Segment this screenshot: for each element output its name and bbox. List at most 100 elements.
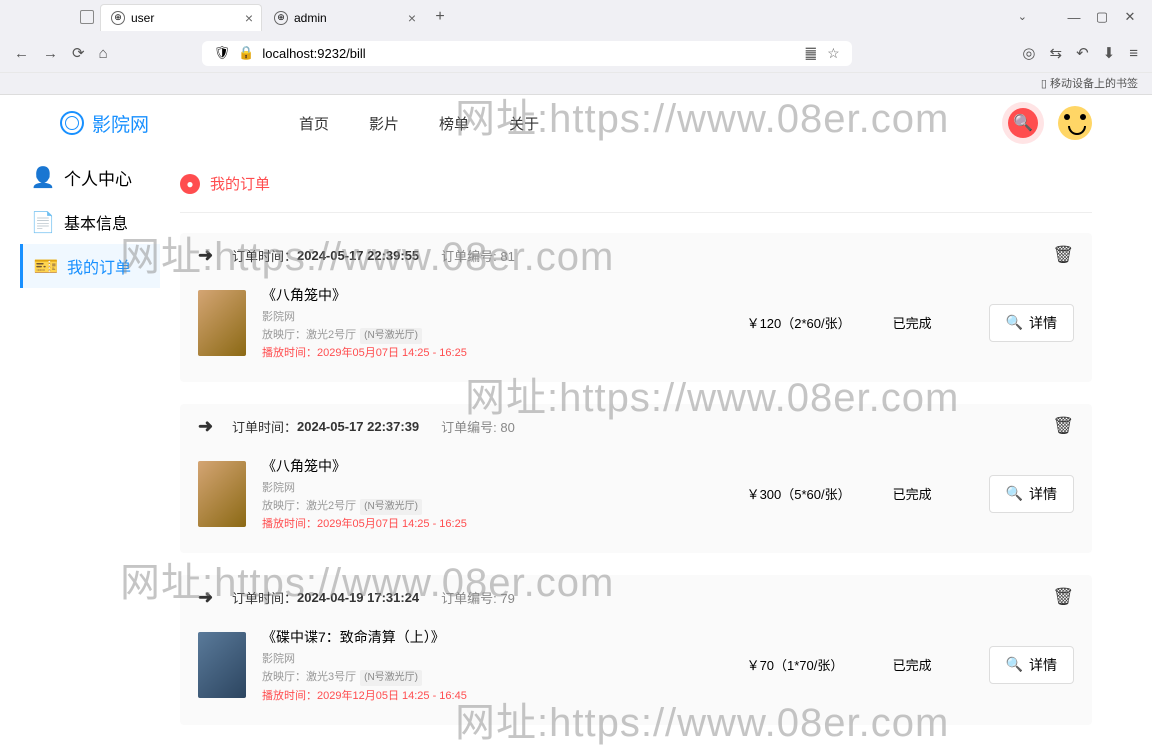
order-time: 2024-05-17 22:37:39 xyxy=(297,419,419,434)
back-icon[interactable]: ← xyxy=(14,45,29,62)
order-time: 2024-05-17 22:39:55 xyxy=(297,248,419,263)
detail-button[interactable]: 🔍 详情 xyxy=(989,304,1074,342)
app-header: 影院网 首页 影片 榜单 关于 🔍 xyxy=(0,95,1152,151)
order-card: ➜ 订单时间： 2024-05-17 22:37:39 订单编号: 80 🗑 《… xyxy=(180,404,1092,553)
close-icon[interactable]: × xyxy=(408,10,416,26)
content: ● 我的订单 ➜ 订单时间： 2024-05-17 22:39:55 订单编号:… xyxy=(160,151,1152,747)
minimize-icon[interactable]: — xyxy=(1060,10,1088,25)
trash-icon[interactable]: 🗑 xyxy=(1052,416,1074,436)
trash-icon[interactable]: 🗑 xyxy=(1052,587,1074,607)
sidebar: 👤 个人中心 📄 基本信息 🎫 我的订单 xyxy=(20,151,160,747)
sidebar-title: 👤 个人中心 xyxy=(20,155,160,200)
address-bar: ← → ⟳ ⌂ 🛡 🔒 localhost:9232/bill ䷀ ☆ ◎ ⇆ … xyxy=(0,34,1152,72)
badge-icon: ● xyxy=(180,174,200,194)
order-status: 已完成 xyxy=(893,313,973,332)
maximize-icon[interactable]: ▢ xyxy=(1088,9,1116,25)
search-icon: 🔍 xyxy=(1013,113,1033,133)
search-button[interactable]: 🔍 xyxy=(1008,108,1038,138)
movie-title: 《八角笼中》 xyxy=(262,285,731,305)
movie-title: 《八角笼中》 xyxy=(262,456,731,476)
arrow-right-icon: ➜ xyxy=(198,416,218,436)
order-status: 已完成 xyxy=(893,655,973,674)
globe-icon: ⊕ xyxy=(111,11,125,25)
file-icon: 📄 xyxy=(32,211,54,233)
logo-text: 影院网 xyxy=(92,110,149,137)
sidebar-item-label: 我的订单 xyxy=(67,254,131,278)
magnify-icon: 🔍 xyxy=(1006,314,1023,331)
menu-icon[interactable]: ≡ xyxy=(1129,45,1138,62)
nav-films[interactable]: 影片 xyxy=(369,113,399,134)
main: 👤 个人中心 📄 基本信息 🎫 我的订单 ● 我的订单 ➜ 订单时间： 2024… xyxy=(0,151,1152,747)
playtime: 2029年05月07日 14:25 - 16:25 xyxy=(317,347,467,359)
order-id: 81 xyxy=(500,249,514,264)
browser-chrome: ⊕ user × ⊕ admin × + ⌄ — ▢ ✕ ← → ⟳ ⌂ 🛡 🔒… xyxy=(0,0,1152,95)
ticket-icon: 🎫 xyxy=(35,255,57,277)
nav-home[interactable]: 首页 xyxy=(299,113,329,134)
arrow-right-icon: ➜ xyxy=(198,587,218,607)
reader-icon[interactable]: ䷀ xyxy=(805,45,818,62)
close-icon[interactable]: × xyxy=(245,10,253,26)
hall: 激光2号厅 xyxy=(306,329,356,341)
order-status: 已完成 xyxy=(893,484,973,503)
undo-icon[interactable]: ↶ xyxy=(1076,44,1089,62)
detail-button[interactable]: 🔍 详情 xyxy=(989,646,1074,684)
order-body: 《八角笼中》 影院网 放映厅：激光2号厅(N号激光厅) 播放时间：2029年05… xyxy=(180,448,1092,547)
cinema-name: 影院网 xyxy=(262,309,731,327)
hall-tag: (N号激光厅) xyxy=(360,328,422,344)
order-body: 《八角笼中》 影院网 放映厅：激光2号厅(N号激光厅) 播放时间：2029年05… xyxy=(180,277,1092,376)
window-controls: — ▢ ✕ xyxy=(1060,0,1144,34)
order-time-label: 订单时间： xyxy=(232,246,297,265)
movie-poster xyxy=(198,632,246,698)
trash-icon[interactable]: 🗑 xyxy=(1052,245,1074,265)
close-window-icon[interactable]: ✕ xyxy=(1116,9,1144,25)
order-price: ￥300（5*60/张） xyxy=(747,484,877,503)
logo-icon xyxy=(60,111,84,135)
sidebar-item-basic[interactable]: 📄 基本信息 xyxy=(20,200,160,244)
home-icon[interactable]: ⌂ xyxy=(99,45,108,62)
section-title: ● 我的订单 xyxy=(180,161,1092,213)
globe-icon: ⊕ xyxy=(274,11,288,25)
sidebar-toggle-icon[interactable] xyxy=(80,10,94,24)
order-price: ￥120（2*60/张） xyxy=(747,313,877,332)
order-header: ➜ 订单时间： 2024-05-17 22:39:55 订单编号: 81 🗑 xyxy=(180,233,1092,277)
new-tab-button[interactable]: + xyxy=(426,8,454,26)
reload-icon[interactable]: ⟳ xyxy=(72,44,85,62)
browser-tab-admin[interactable]: ⊕ admin × xyxy=(263,4,425,31)
tabs-dropdown-icon[interactable]: ⌄ xyxy=(1018,10,1027,23)
nav-links: 首页 影片 榜单 关于 xyxy=(299,113,539,134)
order-header: ➜ 订单时间： 2024-05-17 22:37:39 订单编号: 80 🗑 xyxy=(180,404,1092,448)
order-body: 《碟中谍7：致命清算（上）》 影院网 放映厅：激光3号厅(N号激光厅) 播放时间… xyxy=(180,619,1092,718)
refresh-alt-icon[interactable]: ⇆ xyxy=(1050,44,1063,62)
order-card: ➜ 订单时间： 2024-05-17 22:39:55 订单编号: 81 🗑 《… xyxy=(180,233,1092,382)
bookmark-bar: ▯ 移动设备上的书签 xyxy=(0,72,1152,94)
logo[interactable]: 影院网 xyxy=(60,110,149,137)
browser-tab-user[interactable]: ⊕ user × xyxy=(100,4,262,31)
tab-label: user xyxy=(131,11,154,25)
forward-icon[interactable]: → xyxy=(43,45,58,62)
account-icon[interactable]: ◎ xyxy=(1022,44,1035,62)
order-time: 2024-04-19 17:31:24 xyxy=(297,590,419,605)
section-label: 我的订单 xyxy=(210,173,270,194)
order-price: ￥70（1*70/张） xyxy=(747,655,877,674)
mobile-bookmarks-icon: ▯ xyxy=(1041,78,1047,90)
magnify-icon: 🔍 xyxy=(1006,485,1023,502)
nav-ranking[interactable]: 榜单 xyxy=(439,113,469,134)
movie-info: 《八角笼中》 影院网 放映厅：激光2号厅(N号激光厅) 播放时间：2029年05… xyxy=(262,285,731,360)
url-input[interactable]: 🛡 🔒 localhost:9232/bill ䷀ ☆ xyxy=(202,41,852,66)
sidebar-item-orders[interactable]: 🎫 我的订单 xyxy=(20,244,160,288)
tab-bar: ⊕ user × ⊕ admin × + ⌄ — ▢ ✕ xyxy=(0,0,1152,34)
star-icon[interactable]: ☆ xyxy=(827,45,840,62)
order-header: ➜ 订单时间： 2024-04-19 17:31:24 订单编号: 79 🗑 xyxy=(180,575,1092,619)
arrow-right-icon: ➜ xyxy=(198,245,218,265)
movie-title: 《碟中谍7：致命清算（上）》 xyxy=(262,627,731,647)
sidebar-item-label: 基本信息 xyxy=(64,210,128,234)
nav-about[interactable]: 关于 xyxy=(509,113,539,134)
detail-button[interactable]: 🔍 详情 xyxy=(989,475,1074,513)
tab-label: admin xyxy=(294,11,327,25)
movie-poster xyxy=(198,461,246,527)
order-card: ➜ 订单时间： 2024-04-19 17:31:24 订单编号: 79 🗑 《… xyxy=(180,575,1092,724)
shield-icon: 🛡 xyxy=(214,45,231,61)
mobile-bookmarks-label[interactable]: 移动设备上的书签 xyxy=(1050,78,1138,90)
avatar[interactable] xyxy=(1058,106,1092,140)
download-icon[interactable]: ⬇ xyxy=(1103,44,1116,62)
